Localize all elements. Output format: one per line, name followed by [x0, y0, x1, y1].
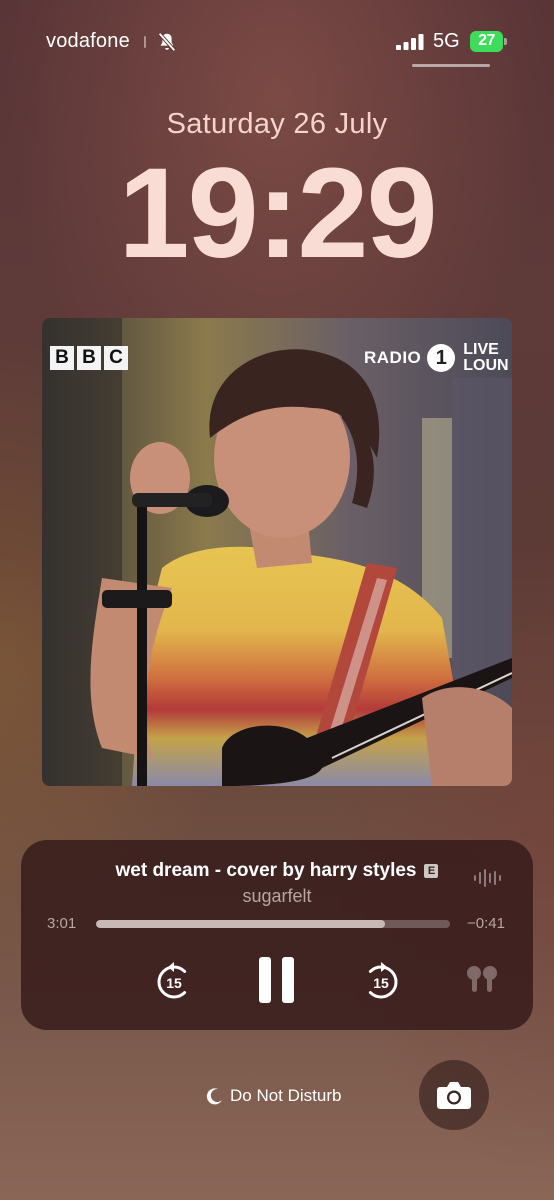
pause-icon	[259, 957, 294, 1003]
skip-back-seconds: 15	[166, 975, 182, 991]
skip-forward-button[interactable]: 15	[359, 960, 403, 1004]
artwork-photo	[42, 318, 512, 786]
airpods-output-icon[interactable]	[463, 964, 501, 998]
battery-level: 27	[478, 32, 495, 49]
track-artist: sugarfelt	[242, 886, 312, 906]
silent-mode-icon	[158, 32, 176, 52]
battery-charging-icon: 27	[470, 31, 507, 52]
bbc-logo: B B C	[50, 346, 128, 370]
lock-time: 19:29	[118, 142, 437, 285]
lock-date: Saturday 26 July	[166, 108, 388, 140]
skip-back-button[interactable]: 15	[152, 960, 196, 1004]
camera-button[interactable]	[419, 1060, 489, 1130]
playback-scrubber[interactable]	[96, 920, 450, 928]
pause-button[interactable]	[257, 955, 297, 1005]
carrier-separator	[144, 36, 146, 48]
now-playing-widget[interactable]: wet dream - cover by harry styles E sugar…	[21, 840, 533, 1030]
radio-one-badge: 1	[427, 344, 456, 372]
elapsed-time: 3:01	[47, 915, 77, 932]
focus-mode-indicator[interactable]: Do Not Disturb	[206, 1084, 341, 1108]
track-title-row: wet dream - cover by harry styles E	[21, 860, 533, 882]
camera-icon	[437, 1082, 471, 1109]
moon-icon	[206, 1088, 222, 1105]
radio1-live-lounge-logo: RADIO 1 LIVE LOUN	[364, 342, 512, 374]
album-artwork[interactable]: B B C RADIO 1 LIVE LOUN	[42, 318, 512, 786]
audio-waveform-icon	[474, 869, 501, 887]
live-lounge-text: LIVE LOUN	[463, 341, 509, 374]
radio-text: RADIO	[364, 348, 422, 367]
playback-progress	[96, 920, 385, 928]
remaining-time: −0:41	[467, 915, 505, 932]
focus-mode-label: Do Not Disturb	[230, 1086, 342, 1105]
carrier-name: vodafone	[46, 30, 130, 52]
control-center-indicator[interactable]	[412, 64, 490, 67]
track-title: wet dream - cover by harry styles	[115, 860, 417, 881]
explicit-badge: E	[424, 864, 439, 878]
status-bar: vodafone 5G 27	[0, 30, 554, 56]
network-type: 5G	[433, 30, 460, 52]
signal-bars-icon	[396, 34, 424, 50]
skip-forward-seconds: 15	[373, 975, 389, 991]
